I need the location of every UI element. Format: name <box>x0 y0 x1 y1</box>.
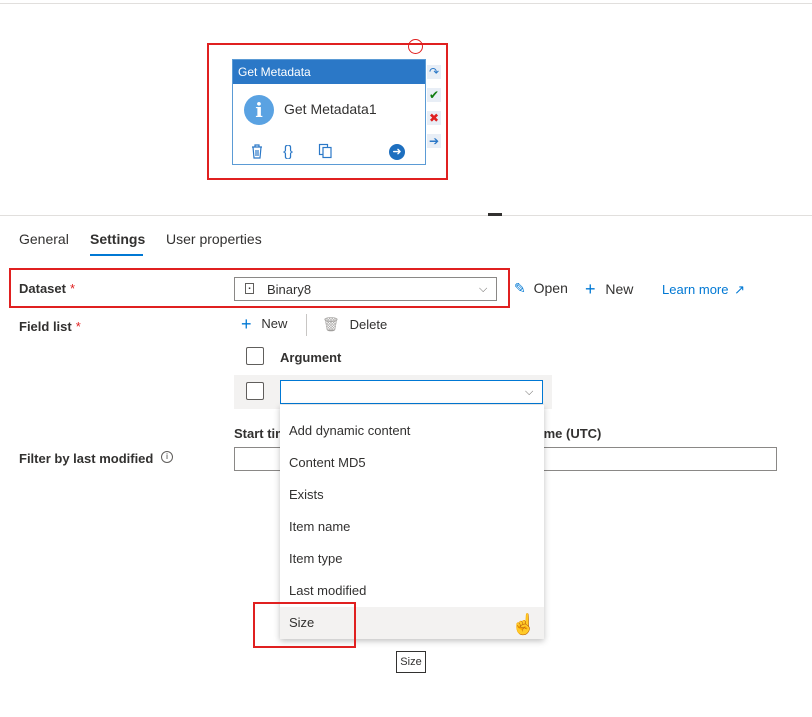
field-delete-button[interactable]: 🗑 Delete <box>322 316 387 333</box>
filter-label: Filter by last modified i <box>19 451 173 466</box>
delete-icon: 🗑 <box>322 316 340 332</box>
command-separator <box>306 314 307 336</box>
argument-column-header: Argument <box>280 350 342 365</box>
annotation-box-activity <box>207 43 448 180</box>
dataset-open-button[interactable]: ✎ Open <box>514 280 568 297</box>
select-all-checkbox[interactable] <box>246 347 264 365</box>
dataset-new-button[interactable]: + New <box>585 279 633 300</box>
annotation-box-size <box>253 602 356 648</box>
top-divider <box>0 3 812 4</box>
plus-icon: + <box>241 314 252 334</box>
panel-divider <box>0 215 812 216</box>
tab-user-properties[interactable]: User properties <box>166 231 262 247</box>
active-tab-indicator <box>90 254 143 256</box>
start-time-input[interactable] <box>234 447 282 471</box>
end-time-label: ime (UTC) <box>540 426 602 441</box>
plus-icon: + <box>585 279 596 299</box>
tab-settings[interactable]: Settings <box>90 231 145 247</box>
resize-handle[interactable] <box>488 213 502 216</box>
info-icon[interactable]: i <box>160 451 173 463</box>
annotation-box-dataset <box>9 268 510 308</box>
pencil-icon: ✎ <box>514 280 526 296</box>
annotation-circle <box>408 39 423 54</box>
hand-cursor-icon: ☝ <box>511 614 536 636</box>
option-content-md5[interactable]: Content MD5 <box>280 447 544 479</box>
start-time-label: Start tim <box>234 426 287 441</box>
option-item-name[interactable]: Item name <box>280 511 544 543</box>
option-add-dynamic-content[interactable]: Add dynamic content <box>280 415 544 447</box>
size-tooltip: Size <box>396 651 426 673</box>
chevron-down-icon: ⌵ <box>525 386 534 398</box>
learn-more-link[interactable]: Learn more ↗ <box>662 282 745 298</box>
option-exists[interactable]: Exists <box>280 479 544 511</box>
field-new-button[interactable]: + New <box>241 314 287 335</box>
end-time-input[interactable] <box>540 447 777 471</box>
row-checkbox[interactable] <box>246 382 264 400</box>
field-list-label: Field list * <box>19 319 81 334</box>
external-link-icon: ↗ <box>734 282 746 297</box>
argument-dropdown[interactable]: ⌵ <box>280 380 543 404</box>
option-item-type[interactable]: Item type <box>280 543 544 575</box>
tab-general[interactable]: General <box>19 231 69 247</box>
